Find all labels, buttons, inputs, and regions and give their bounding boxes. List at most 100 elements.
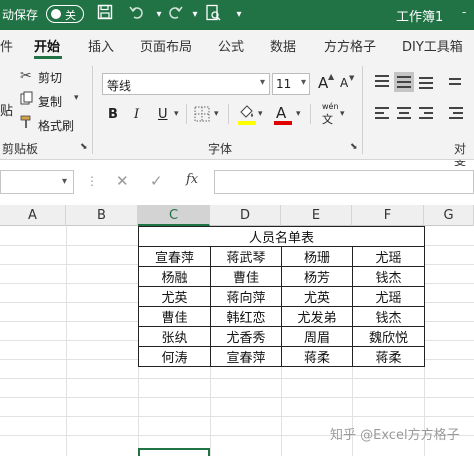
table-cell[interactable]: 杨芳: [281, 266, 353, 287]
copy-button[interactable]: 复制: [38, 93, 62, 110]
table-cell[interactable]: 尤香秀: [210, 326, 282, 347]
table-cell[interactable]: 杨融: [138, 266, 211, 287]
workbook-title: 工作簿1: [396, 10, 444, 25]
shrink-font-button[interactable]: A: [340, 76, 348, 90]
table-cell[interactable]: 何涛: [138, 346, 211, 367]
shrink-font-arrow-icon: ▼: [349, 74, 355, 82]
table-cell[interactable]: 钱杰: [352, 266, 425, 287]
table-cell[interactable]: 尤发弟: [281, 306, 353, 327]
copy-icon[interactable]: [20, 91, 34, 109]
copy-dropdown-icon[interactable]: ▾: [74, 93, 79, 103]
table-cell[interactable]: 尤瑶: [352, 246, 425, 267]
table-cell[interactable]: 钱杰: [352, 306, 425, 327]
phonetic-top-label[interactable]: wén: [322, 102, 339, 111]
format-painter-button[interactable]: 格式刷: [38, 117, 74, 134]
insert-function-button[interactable]: fx: [186, 172, 198, 187]
table-cell[interactable]: 宣春萍: [210, 346, 282, 367]
font-name-select[interactable]: 等线 ▾: [102, 73, 270, 95]
border-dropdown-icon[interactable]: ▾: [214, 109, 219, 119]
phonetic-dropdown-icon[interactable]: ▾: [340, 109, 345, 119]
underline-dropdown-icon[interactable]: ▾: [174, 109, 179, 119]
font-size-dropdown-icon[interactable]: ▾: [301, 77, 306, 88]
worksheet-grid[interactable]: 人员名单表 宣春萍 蒋武琴 杨珊 尤瑶 杨融 曹佳 杨芳 钱杰 尤英 蒋向萍 尤…: [0, 226, 474, 456]
redo-icon[interactable]: [164, 4, 186, 26]
tab-insert[interactable]: 插入: [88, 36, 114, 55]
indent-button[interactable]: [446, 104, 466, 124]
phonetic-button[interactable]: 文: [322, 111, 333, 127]
active-tab-indicator: [34, 56, 62, 59]
table-cell[interactable]: 尤瑶: [352, 286, 425, 307]
save-icon[interactable]: [94, 4, 116, 26]
title-dropdown-icon[interactable]: -: [462, 5, 466, 19]
tab-formulas[interactable]: 公式: [218, 36, 244, 55]
formula-bar-grip-icon[interactable]: ⋮: [86, 174, 98, 188]
italic-button[interactable]: I: [134, 107, 139, 122]
enter-icon[interactable]: ✓: [150, 172, 163, 190]
column-header-c[interactable]: C: [138, 205, 210, 226]
align-center-button[interactable]: [394, 104, 414, 124]
table-cell[interactable]: 蒋柔: [352, 346, 425, 367]
column-header-b[interactable]: B: [66, 205, 138, 226]
customize-toolbar-icon[interactable]: ▾: [228, 4, 250, 26]
print-preview-icon[interactable]: [202, 4, 224, 26]
paste-button[interactable]: 贴: [0, 100, 13, 119]
undo-icon[interactable]: [126, 4, 148, 26]
table-cell[interactable]: 蒋武琴: [210, 246, 282, 267]
cut-icon[interactable]: ✂: [20, 68, 32, 84]
title-bar: 动保存 关 ▾ ▾ ▾ 工作簿1 -: [0, 0, 474, 30]
tab-file[interactable]: 件: [0, 36, 13, 55]
tab-fangfang[interactable]: 方方格子: [324, 36, 376, 55]
tab-home[interactable]: 开始: [34, 36, 60, 55]
toggle-knob: [51, 9, 61, 19]
underline-button[interactable]: U: [158, 107, 168, 122]
table-cell[interactable]: 蒋向萍: [210, 286, 282, 307]
column-header-d[interactable]: D: [210, 205, 281, 226]
bold-button[interactable]: B: [108, 107, 118, 122]
fill-color-dropdown-icon[interactable]: ▾: [258, 109, 263, 119]
table-cell[interactable]: 蒋柔: [281, 346, 353, 367]
orientation-button[interactable]: [446, 72, 466, 92]
autosave-label: 动保存: [2, 8, 39, 22]
align-right-button[interactable]: [416, 104, 436, 124]
cut-button[interactable]: 剪切: [38, 69, 62, 86]
align-top-button[interactable]: [372, 72, 392, 92]
column-header-e[interactable]: E: [281, 205, 352, 226]
font-color-dropdown-icon[interactable]: ▾: [296, 109, 301, 119]
column-header-f[interactable]: F: [352, 205, 424, 226]
align-middle-button[interactable]: [394, 72, 414, 92]
table-cell[interactable]: 魏欣悦: [352, 326, 425, 347]
formula-input[interactable]: [214, 170, 474, 194]
table-cell[interactable]: 周眉: [281, 326, 353, 347]
border-icon[interactable]: [194, 106, 210, 126]
format-painter-icon[interactable]: [20, 115, 34, 133]
table-cell[interactable]: 宣春萍: [138, 246, 211, 267]
group-separator: [362, 66, 363, 154]
table-cell[interactable]: 尤英: [281, 286, 353, 307]
font-name-dropdown-icon[interactable]: ▾: [260, 77, 265, 88]
ribbon-tabs: 件 开始 插入 页面布局 公式 数据 方方格子 DIY工具箱: [0, 30, 474, 60]
column-header-a[interactable]: A: [0, 205, 66, 226]
clipboard-launcher-icon[interactable]: ⬊: [80, 142, 88, 152]
cancel-icon[interactable]: ✕: [116, 172, 129, 190]
align-left-button[interactable]: [372, 104, 392, 124]
formula-bar: ▾ ⋮ ✕ ✓ fx: [0, 166, 474, 198]
table-cell[interactable]: 韩红恋: [210, 306, 282, 327]
table-cell[interactable]: 杨珊: [281, 246, 353, 267]
table-cell[interactable]: 曹佳: [210, 266, 282, 287]
table-cell[interactable]: 尤英: [138, 286, 211, 307]
column-header-g[interactable]: G: [424, 205, 474, 226]
tab-page-layout[interactable]: 页面布局: [140, 36, 192, 55]
align-bottom-button[interactable]: [416, 72, 436, 92]
font-launcher-icon[interactable]: ⬊: [350, 142, 358, 152]
tab-diy-toolbox[interactable]: DIY工具箱: [402, 36, 463, 55]
font-color-button[interactable]: A: [276, 104, 286, 122]
table-title-cell[interactable]: 人员名单表: [138, 226, 425, 247]
name-box-dropdown-icon[interactable]: ▾: [62, 176, 67, 187]
font-size-select[interactable]: 11 ▾: [272, 73, 310, 95]
autosave-toggle[interactable]: 关: [46, 5, 84, 23]
table-cell[interactable]: 张纨: [138, 326, 211, 347]
tab-data[interactable]: 数据: [270, 36, 296, 55]
grow-font-button[interactable]: A: [318, 74, 328, 92]
name-box[interactable]: ▾: [0, 170, 74, 194]
table-cell[interactable]: 曹佳: [138, 306, 211, 327]
